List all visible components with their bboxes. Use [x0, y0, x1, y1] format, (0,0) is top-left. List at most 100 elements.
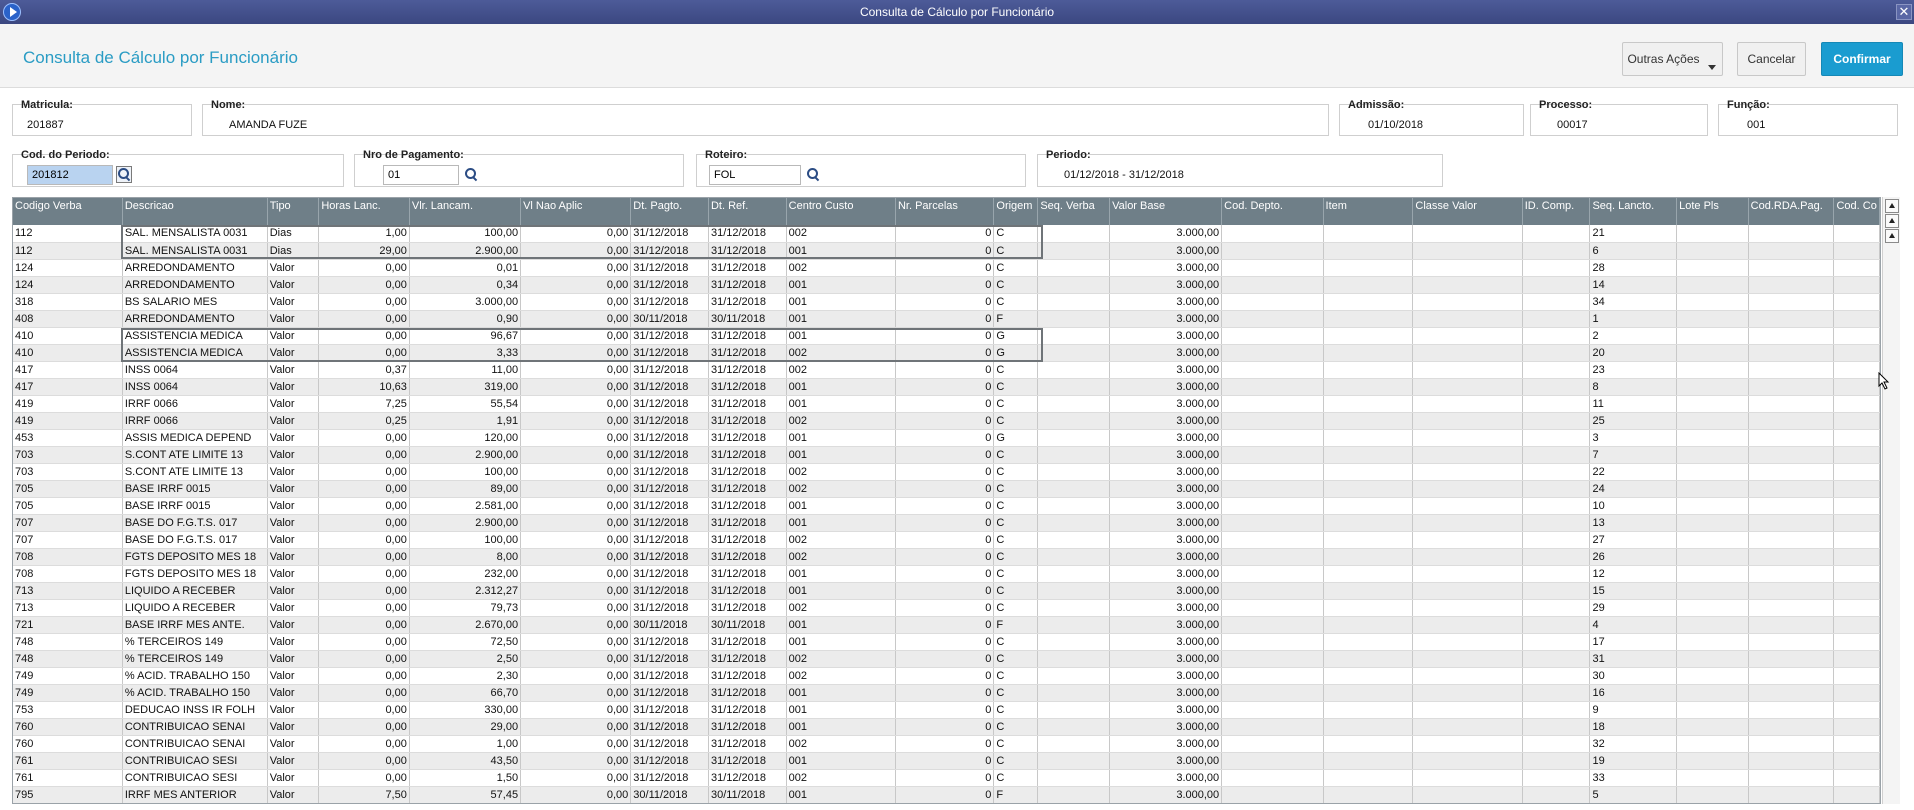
table-cell — [1522, 497, 1591, 515]
table-row[interactable]: 713 LIQUIDO A RECEBER Valor 0,00 2.312,27 0,0… — [13, 582, 1880, 600]
table-row[interactable]: 408 ARREDONDAMENTO Valor 0,00 0,90 0,00 30/11/… — [13, 310, 1880, 328]
table-cell — [1221, 310, 1324, 328]
column-header[interactable]: Classe Valor — [1412, 198, 1523, 225]
table-row[interactable]: 705 BASE IRRF 0015 Valor 0,00 2.581,00 0,00 31… — [13, 497, 1880, 515]
column-header[interactable]: Dt. Pagto. — [630, 198, 709, 225]
table-row[interactable]: 761 CONTRIBUICAO SESI Valor 0,00 43,50 0,00 31… — [13, 752, 1880, 770]
table-cell — [1748, 429, 1835, 447]
scroll-up-icon[interactable] — [1885, 229, 1899, 243]
column-header[interactable]: Item — [1323, 198, 1414, 225]
table-row[interactable]: 748% TERCEIROS 149 Valor 0,00 2,50 0,00 31/12… — [13, 650, 1880, 668]
column-header[interactable]: Dt. Ref. — [708, 198, 787, 225]
table-cell: 0 — [895, 361, 995, 379]
table-row[interactable]: 124 ARREDONDAMENTO Valor 0,00 0,34 0,00 31/12/… — [13, 276, 1880, 294]
column-header[interactable]: ID. Comp. — [1522, 198, 1591, 225]
confirm-button[interactable]: Confirmar — [1821, 42, 1903, 76]
column-header[interactable]: Lote Pls — [1676, 198, 1749, 225]
table-row[interactable]: 795 IRRF MES ANTERIOR Valor 7,50 57,45 0,00 30… — [13, 786, 1880, 803]
search-icon[interactable] — [465, 168, 477, 180]
table-cell — [1748, 310, 1835, 328]
table-row[interactable]: 410 ASSISTENCIA MEDICA Valor 0,00 96,67 0,00 3… — [13, 327, 1880, 345]
table-row[interactable]: 761 CONTRIBUICAO SESI Valor 0,00 1,50 0,00 31/… — [13, 769, 1880, 787]
table-cell: 124 — [13, 276, 123, 294]
table-row[interactable]: 417 INSS 0064 Valor 10,63 319,00 0,00 31/12/20… — [13, 378, 1880, 396]
table-row[interactable]: 760 CONTRIBUICAO SENAI Valor 0,00 1,00 0,00 31… — [13, 735, 1880, 753]
table-row[interactable]: 748% TERCEIROS 149 Valor 0,00 72,50 0,00 31/1… — [13, 633, 1880, 651]
roteiro-input[interactable]: FOL — [709, 165, 801, 185]
table-cell: C — [993, 599, 1039, 617]
table-row[interactable]: 749% ACID. TRABALHO 150 Valor 0,00 66,70 0,0… — [13, 684, 1880, 702]
app-icon[interactable] — [3, 3, 21, 21]
table-row[interactable]: 708 FGTS DEPOSITO MES 18 Valor 0,00 232,00 0,… — [13, 565, 1880, 583]
column-header[interactable]: Seq. Verba — [1037, 198, 1111, 225]
table-row[interactable]: 713 LIQUIDO A RECEBER Valor 0,00 79,73 0,00 31… — [13, 599, 1880, 617]
column-header[interactable]: Seq. Lancto. — [1589, 198, 1678, 225]
table-row[interactable]: 318 BS SALARIO MES Valor 0,00 3.000,00 0,00 31… — [13, 293, 1880, 311]
table-row[interactable]: 721 BASE IRRF MES ANTE. Valor 0,00 2.670,00 0… — [13, 616, 1880, 634]
table-row[interactable]: 707 BASE DO F.G.T.S. 017 Valor 0,00 2.900,00… — [13, 514, 1880, 532]
close-icon[interactable]: ✕ — [1896, 4, 1912, 20]
column-header[interactable]: Vl Nao Aplic — [520, 198, 632, 225]
cod-periodo-lookup-button[interactable] — [116, 166, 132, 183]
column-header[interactable]: Origem — [993, 198, 1039, 225]
scroll-first-icon[interactable] — [1885, 199, 1899, 213]
scroll-page-up-icon[interactable] — [1885, 214, 1899, 228]
table-row[interactable]: 453 ASSIS MEDICA DEPEND Valor 0,00 120,00 0,0… — [13, 429, 1880, 447]
column-header[interactable]: Descricao — [122, 198, 268, 225]
table-cell — [1833, 310, 1880, 328]
table-cell: 0,00 — [520, 786, 632, 803]
table-cell: C — [993, 412, 1039, 430]
table-cell: 100,00 — [409, 531, 522, 549]
table-row[interactable]: 410 ASSISTENCIA MEDICA Valor 0,00 3,33 0,00 31… — [13, 344, 1880, 362]
table-cell: 002 — [786, 769, 896, 787]
table-row[interactable]: 112 SAL. MENSALISTA 0031 Dias 29,00 2.900,00… — [13, 242, 1880, 260]
column-header[interactable]: Valor Base — [1109, 198, 1223, 225]
table-row[interactable]: 124 ARREDONDAMENTO Valor 0,00 0,01 0,00 31/12/… — [13, 259, 1880, 277]
table-cell: 001 — [786, 429, 896, 447]
search-icon[interactable] — [807, 168, 819, 180]
table-row[interactable]: 417 INSS 0064 Valor 0,37 11,00 0,00 31/12/2018… — [13, 361, 1880, 379]
column-header[interactable]: Nr. Parcelas — [895, 198, 995, 225]
table-row[interactable]: 419 IRRF 0066 Valor 7,25 55,54 0,00 31/12/2018… — [13, 395, 1880, 413]
table-row[interactable]: 703 S.CONT ATE LIMITE 13 Valor 0,00 100,00 0,… — [13, 463, 1880, 481]
table-row[interactable]: 708 FGTS DEPOSITO MES 18 Valor 0,00 8,00 0,00… — [13, 548, 1880, 566]
table-cell: 0,00 — [318, 429, 410, 447]
table-cell: 002 — [786, 412, 896, 430]
table-row[interactable]: 112 SAL. MENSALISTA 0031 Dias 1,00 100,00 0,0… — [13, 225, 1880, 243]
column-header[interactable]: Codigo Verba — [13, 198, 123, 225]
table-cell: 795 — [13, 786, 123, 803]
table-row[interactable]: 760 CONTRIBUICAO SENAI Valor 0,00 29,00 0,00 3… — [13, 718, 1880, 736]
table-cell: 2 — [1589, 327, 1678, 345]
table-row[interactable]: 703 S.CONT ATE LIMITE 13 Valor 0,00 2.900,00… — [13, 446, 1880, 464]
table-row[interactable]: 419 IRRF 0066 Valor 0,25 1,91 0,00 31/12/2018 3… — [13, 412, 1880, 430]
column-header[interactable]: Centro Custo — [786, 198, 896, 225]
table-cell — [1323, 480, 1414, 498]
column-header[interactable]: Tipo — [267, 198, 320, 225]
table-cell: 0 — [895, 633, 995, 651]
cancel-button[interactable]: Cancelar — [1737, 42, 1806, 76]
verbas-grid[interactable]: Codigo Verba Descricao Tipo Horas Lanc. Vlr.… — [12, 197, 1881, 804]
table-cell: 001 — [786, 582, 896, 600]
table-cell — [1748, 786, 1835, 803]
column-header[interactable]: Horas Lanc. — [318, 198, 410, 225]
table-cell: 23 — [1589, 361, 1678, 379]
column-header[interactable]: Cod. Depto. — [1221, 198, 1324, 225]
table-cell: C — [993, 667, 1039, 685]
table-cell: 3.000,00 — [1109, 718, 1223, 736]
table-cell: 002 — [786, 531, 896, 549]
table-row[interactable]: 707 BASE DO F.G.T.S. 017 Valor 0,00 100,00 0,… — [13, 531, 1880, 549]
outras-acoes-button[interactable]: Outras Ações — [1622, 42, 1723, 76]
table-row[interactable]: 749% ACID. TRABALHO 150 Valor 0,00 2,30 0,00… — [13, 667, 1880, 685]
table-row[interactable]: 705 BASE IRRF 0015 Valor 0,00 89,00 0,00 31/12… — [13, 480, 1880, 498]
column-header[interactable]: Cod.RDA.Pag. — [1748, 198, 1835, 225]
column-header[interactable]: Vlr. Lancam. — [409, 198, 522, 225]
table-row[interactable]: 753 DEDUCAO INSS IR FOLH Valor 0,00 330,00 0,… — [13, 701, 1880, 719]
table-cell: 3.000,00 — [1109, 310, 1223, 328]
table-cell: Valor — [267, 599, 320, 617]
table-cell: 0,00 — [318, 310, 410, 328]
cod-periodo-input[interactable]: 201812 — [27, 165, 113, 185]
table-cell: 0,00 — [520, 327, 632, 345]
column-header[interactable]: Cod. Co — [1833, 198, 1880, 225]
nro-pagamento-input[interactable]: 01 — [383, 165, 459, 185]
grid-scrollbar[interactable] — [1882, 197, 1900, 804]
